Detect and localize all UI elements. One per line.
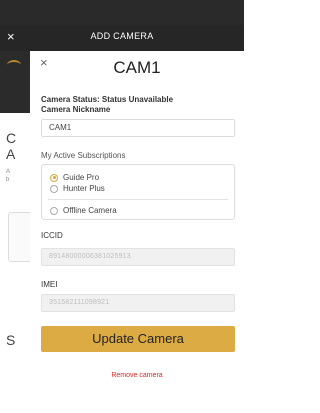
camera-nickname-label: Camera Nickname	[41, 105, 111, 114]
camera-nickname-input[interactable]: CAM1	[41, 119, 235, 137]
edit-camera-modal: × CAM1 Camera Status: Status Unavailable…	[30, 51, 244, 413]
background-heading-fragment-2: A	[6, 146, 16, 162]
background-input-box	[8, 212, 30, 262]
subscriptions-divider	[48, 199, 228, 200]
camera-status-text: Camera Status: Status Unavailable	[41, 95, 174, 104]
subscriptions-group: Guide Pro Hunter Plus Offline Camera	[41, 164, 235, 220]
iccid-field: 89148000006381025913	[41, 248, 235, 266]
modal-title: CAM1	[113, 58, 161, 77]
status-bar	[0, 0, 244, 25]
radio-selected-icon[interactable]	[50, 173, 58, 182]
remove-camera-link[interactable]: Remove camera	[30, 372, 244, 379]
update-camera-button[interactable]: Update Camera	[41, 326, 235, 352]
imei-label: IMEI	[41, 280, 58, 289]
radio-unselected-icon[interactable]	[50, 206, 58, 215]
background-subtext: A b	[6, 169, 11, 183]
subscription-option-label: Guide Pro	[63, 173, 100, 182]
background-heading-fragment: C	[6, 130, 17, 146]
subscription-option-hunter-plus[interactable]: Hunter Plus	[50, 184, 105, 193]
background-section-fragment: S	[6, 332, 16, 348]
background-logo-icon	[7, 60, 21, 70]
imei-field: 351582111098921	[41, 294, 235, 312]
subscription-option-label: Hunter Plus	[63, 184, 105, 193]
subscription-option-guide-pro[interactable]: Guide Pro	[50, 173, 99, 182]
subscription-option-offline-camera[interactable]: Offline Camera	[50, 206, 117, 215]
subscription-option-label: Offline Camera	[63, 206, 117, 215]
iccid-label: ICCID	[41, 231, 63, 240]
radio-unselected-icon[interactable]	[50, 184, 58, 193]
subscriptions-label: My Active Subscriptions	[41, 151, 126, 160]
header-title: ADD CAMERA	[90, 31, 154, 41]
